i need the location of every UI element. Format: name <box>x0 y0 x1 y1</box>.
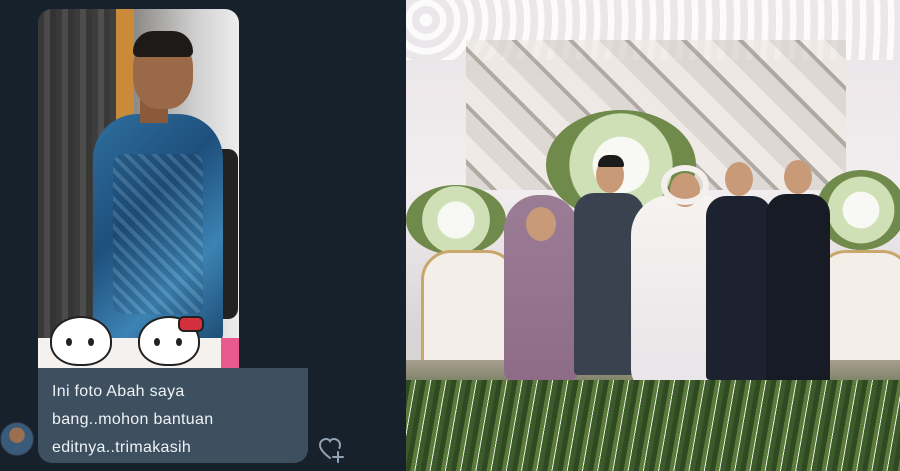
hello-kitty-face <box>50 316 112 366</box>
flower-arrangement <box>406 185 506 255</box>
message-line: bang..mohon bantuan <box>52 411 214 428</box>
woman-in-purple-hijab <box>504 195 579 380</box>
user-avatar[interactable] <box>0 422 34 456</box>
message-line: editnya..trimakasih <box>52 439 192 456</box>
older-man-in-suit <box>766 158 830 383</box>
message-bubble[interactable]: Ini foto Abah saya bang..mohon bantuan e… <box>38 368 308 463</box>
pink-decoration <box>221 338 239 368</box>
white-sofa <box>421 250 517 366</box>
photo-man-shirt <box>93 114 223 344</box>
photo-man-hair <box>133 31 193 57</box>
attached-photo[interactable] <box>38 9 239 368</box>
hello-kitty-bow <box>178 316 204 332</box>
heart-plus-icon[interactable] <box>318 436 346 464</box>
chat-pane: Ini foto Abah saya bang..mohon bantuan e… <box>0 0 406 471</box>
wedding-photo[interactable] <box>406 0 900 471</box>
message-text: Ini foto Abah saya bang..mohon bantuan e… <box>52 378 296 462</box>
foreground-greenery <box>406 380 900 471</box>
photo-pillar <box>116 9 134 129</box>
message-line: Ini foto Abah saya <box>52 383 185 400</box>
man-in-navy-suit <box>706 160 772 380</box>
